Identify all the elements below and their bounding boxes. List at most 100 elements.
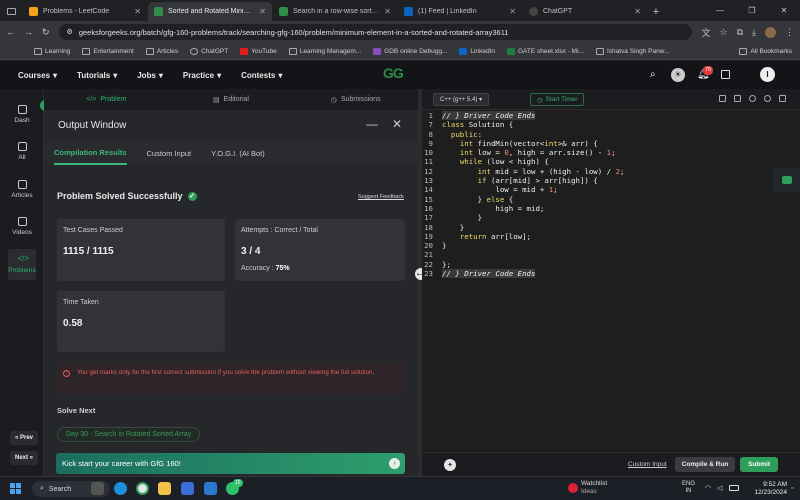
tab-custom-input[interactable]: Custom Input	[147, 149, 192, 158]
bookmark-star-icon[interactable]: ☆	[720, 27, 728, 38]
custom-input-link[interactable]: Custom Input	[628, 461, 667, 468]
code-line[interactable]: 17 }	[422, 213, 800, 222]
hint-bulb-icon[interactable]: ✦	[444, 459, 456, 471]
code-line[interactable]: 18 }	[422, 223, 800, 232]
close-icon[interactable]: ✕	[634, 7, 641, 16]
close-icon[interactable]: ✕	[134, 7, 141, 16]
copilot-icon[interactable]	[114, 482, 127, 495]
tab-editorial[interactable]: ▤ Editorial	[169, 96, 294, 104]
bookmark-item[interactable]: LinkedIn	[459, 47, 495, 55]
reset-icon[interactable]	[749, 95, 756, 102]
code-area[interactable]: 1// } Driver Code Ends 7 class Solution {8…	[422, 111, 800, 279]
gfg-logo[interactable]: GG	[383, 65, 404, 81]
tab-search-icon[interactable]	[0, 2, 22, 21]
start-timer-button[interactable]: ◷ Start Timer	[530, 93, 585, 106]
prev-button[interactable]: « Prev	[10, 431, 38, 445]
file-explorer-icon[interactable]	[158, 482, 171, 495]
bookmark-item[interactable]: YouTube	[240, 47, 277, 55]
rail-item-videos[interactable]: Videos	[8, 217, 36, 236]
close-window-icon[interactable]: ✕	[768, 6, 800, 15]
rail-item-problems[interactable]: </> Problems	[8, 249, 36, 280]
profile-avatar[interactable]	[765, 26, 776, 38]
translate-icon[interactable]: 文	[701, 26, 710, 39]
tab-compilation-results[interactable]: Compilation Results	[54, 142, 127, 165]
browser-tab[interactable]: Problems - LeetCode ✕	[23, 2, 147, 21]
tab-yogi-ai-bot[interactable]: Y.O.G.I. (AI Bot)	[211, 149, 265, 158]
minimize-icon[interactable]: —	[704, 6, 736, 15]
code-line[interactable]: 1 // } Driver Code Ends	[422, 111, 800, 121]
cart-icon[interactable]	[721, 70, 730, 79]
arrow-right-icon[interactable]: ›	[389, 458, 400, 469]
bookmark-item[interactable]: Entertainment	[82, 47, 134, 55]
bookmark-item[interactable]: Ishatva Singh Panw...	[595, 47, 669, 55]
language-select[interactable]: C++ (g++ 5.4) ▾	[433, 93, 490, 106]
nav-courses[interactable]: Courses ▾	[18, 71, 57, 80]
battery-icon[interactable]	[729, 485, 739, 491]
submit-button[interactable]: Submit	[740, 457, 778, 472]
close-icon[interactable]: ✕	[259, 7, 266, 16]
site-info-icon[interactable]: ⚙	[67, 28, 73, 36]
compile-run-button[interactable]: Compile & Run	[675, 457, 735, 472]
watchlist-icon[interactable]	[568, 483, 578, 493]
volume-icon[interactable]: ◁	[717, 484, 722, 492]
suggest-feedback-link[interactable]: Suggest Feedback	[358, 194, 404, 200]
browser-tab-active[interactable]: Sorted and Rotated Minimum | ✕	[148, 2, 272, 21]
code-line[interactable]: 13 if (arr[mid] > arr[high]) {	[422, 176, 800, 185]
code-line[interactable]: 20}	[422, 241, 800, 250]
chat-icon[interactable]	[773, 168, 800, 192]
settings-icon[interactable]	[734, 95, 741, 102]
code-line[interactable]: 14 low = mid + 1;	[422, 185, 800, 194]
code-line[interactable]: 21	[422, 250, 800, 259]
rail-item-articles[interactable]: Articles	[8, 180, 36, 199]
code-line[interactable]: 23 // } Driver Code Ends	[422, 269, 800, 279]
code-line[interactable]: 15 } else {	[422, 195, 800, 204]
refresh-icon[interactable]	[764, 95, 771, 102]
code-line[interactable]: 7 class Solution {	[422, 120, 800, 129]
windows-start-icon[interactable]	[10, 483, 21, 494]
back-icon[interactable]: ←	[6, 27, 15, 37]
vscode-icon[interactable]	[204, 482, 217, 495]
nav-contests[interactable]: Contests ▾	[241, 71, 282, 80]
code-line[interactable]: 16 high = mid;	[422, 204, 800, 213]
copy-icon[interactable]	[719, 95, 726, 102]
theme-toggle-icon[interactable]: ☀	[671, 68, 685, 82]
code-line[interactable]: 19 return arr[low];	[422, 232, 800, 241]
next-problem-link[interactable]: Day 30 - Search in Rotated Sorted Array	[57, 427, 201, 442]
download-icon[interactable]: ⤓	[752, 27, 756, 38]
tab-submissions[interactable]: ◷ Submissions	[293, 96, 418, 104]
nav-tutorials[interactable]: Tutorials ▾	[77, 71, 117, 80]
nav-jobs[interactable]: Jobs ▾	[137, 71, 163, 80]
nav-practice[interactable]: Practice ▾	[183, 71, 221, 80]
rail-item-dash[interactable]: Dash	[8, 105, 36, 124]
reload-icon[interactable]: ↻	[42, 27, 50, 38]
code-line[interactable]: 9 int findMin(vector<int>& arr) {	[422, 139, 800, 148]
forward-icon[interactable]: →	[24, 27, 33, 37]
watchlist-widget[interactable]: Watchlist Ideas	[581, 480, 607, 496]
code-line[interactable]: 22};	[422, 260, 800, 269]
url-field[interactable]: ⚙ geeksforgeeks.org/batch/gfg-160-proble…	[58, 24, 693, 40]
search-icon[interactable]: ⌕	[650, 69, 656, 80]
bookmark-item[interactable]: Learning Managem...	[288, 47, 361, 55]
menu-icon[interactable]: ⋮	[785, 27, 794, 38]
extensions-icon[interactable]: ⧉	[737, 27, 743, 38]
new-tab-button[interactable]: +	[647, 2, 665, 21]
task-view-icon[interactable]	[91, 482, 104, 495]
kickstart-banner[interactable]: Kick start your career with GfG 160! ›	[56, 453, 405, 474]
store-icon[interactable]	[181, 482, 194, 495]
rail-item-all[interactable]: All	[8, 142, 36, 161]
code-line[interactable]: 8 public:	[422, 130, 800, 139]
browser-tab[interactable]: (1) Feed | LinkedIn ✕	[398, 2, 522, 21]
browser-tab[interactable]: ChatGPT ✕	[523, 2, 647, 21]
maximize-icon[interactable]: ❐	[736, 6, 768, 15]
all-bookmarks[interactable]: All Bookmarks	[739, 47, 792, 55]
bookmark-item[interactable]: GATE sheet.xlsx - Mi...	[506, 47, 584, 55]
tab-problem[interactable]: </> Problem	[44, 96, 169, 103]
minimize-icon[interactable]: —	[366, 117, 378, 131]
code-line[interactable]: 11 while (low < high) {	[422, 157, 800, 166]
close-icon[interactable]: ✕	[392, 117, 402, 131]
user-avatar[interactable]: I	[760, 67, 775, 82]
bookmark-item[interactable]: GDB online Debugg...	[373, 47, 447, 55]
next-button[interactable]: Next »	[10, 451, 38, 465]
chrome-icon[interactable]	[136, 482, 149, 495]
clock[interactable]: 9:52 AM 12/23/2024	[745, 481, 787, 497]
